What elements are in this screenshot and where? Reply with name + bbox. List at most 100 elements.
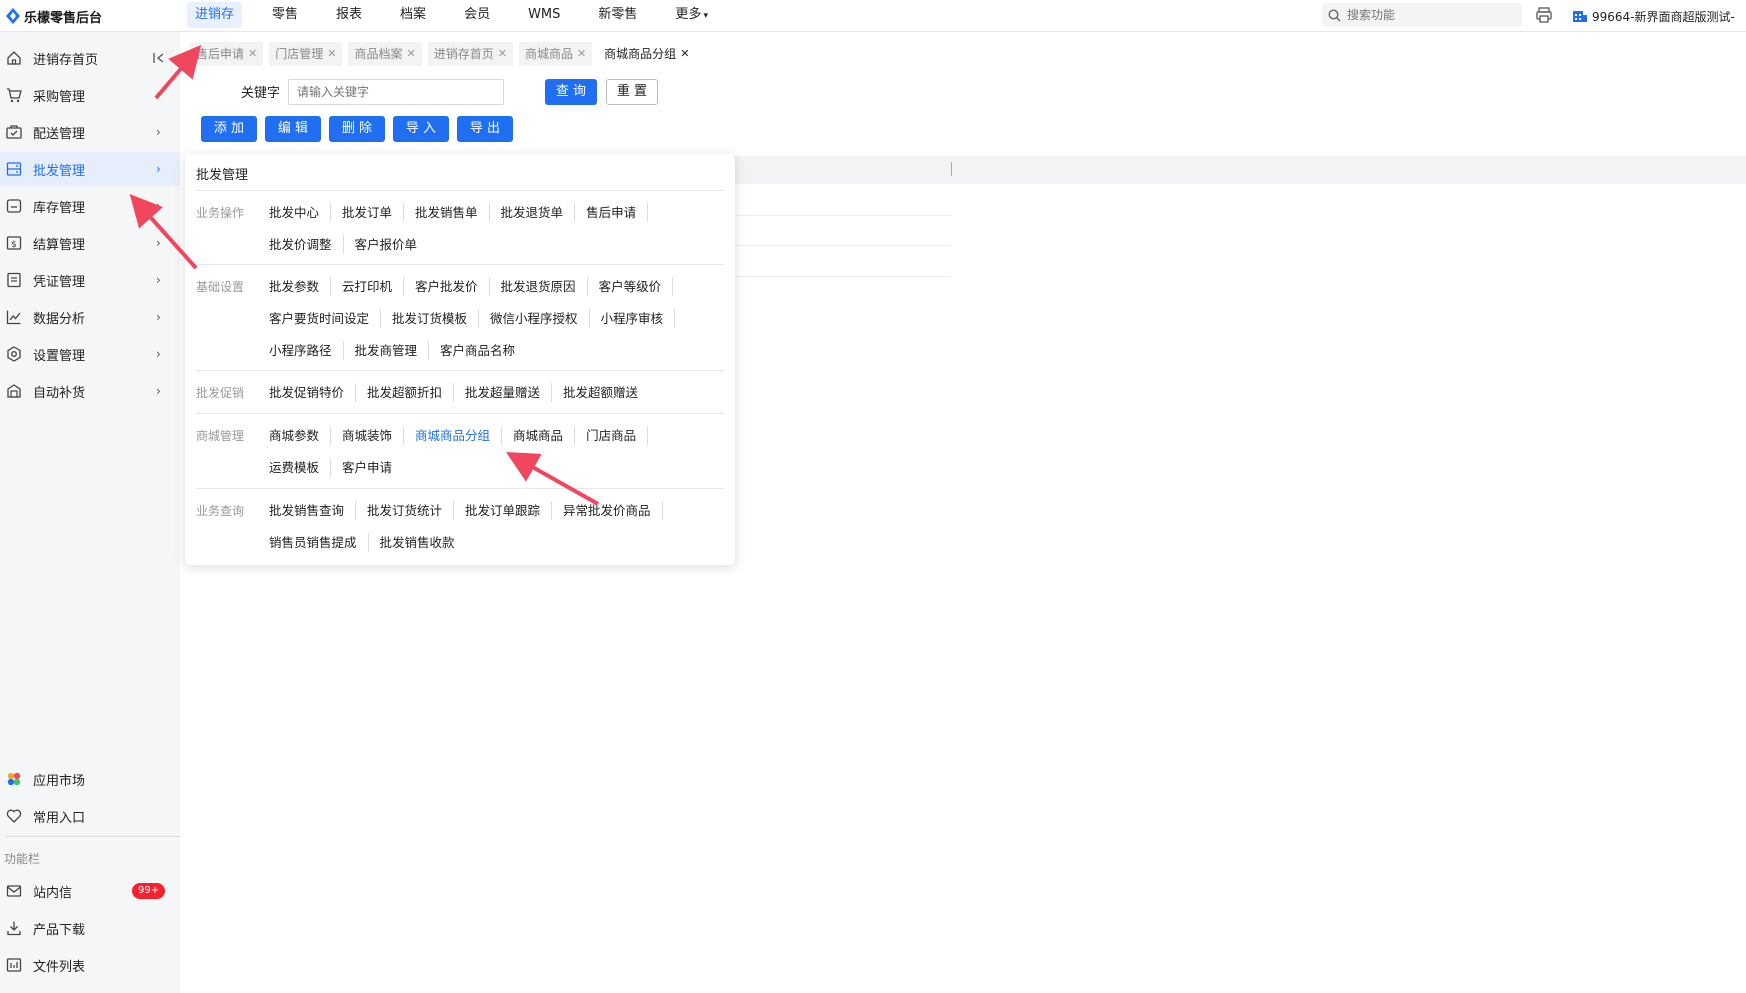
close-icon[interactable]: ✕ [327, 42, 336, 66]
menu-link-mini-app-review[interactable]: 小程序审核 [601, 309, 676, 328]
menu-link-store-products[interactable]: 门店商品 [586, 426, 649, 445]
sidebar-item-settlement[interactable]: $ 结算管理 › [0, 226, 180, 260]
menu-link-mall-product-groups[interactable]: 商城商品分组 [415, 426, 503, 445]
group-label-business-ops: 业务操作 [196, 206, 245, 220]
tab-mall-products[interactable]: 商城商品 ✕ [518, 42, 593, 66]
collapse-icon[interactable] [152, 52, 166, 64]
sidebar-item-purchase[interactable]: 采购管理 › [0, 78, 180, 112]
menu-link-sales-query[interactable]: 批发销售查询 [269, 501, 357, 520]
menu-link-abnormal-price[interactable]: 异常批发价商品 [563, 501, 663, 520]
search-input[interactable] [1347, 8, 1507, 22]
menu-link-after-sales[interactable]: 售后申请 [586, 203, 649, 222]
menu-link-mini-app-path[interactable]: 小程序路径 [269, 341, 344, 360]
delete-button[interactable]: 删 除 [329, 116, 385, 142]
close-icon[interactable]: ✕ [498, 42, 507, 66]
topnav-item-jxc[interactable]: 进销存 [187, 2, 243, 28]
menu-link-delivery-time[interactable]: 客户要货时间设定 [269, 309, 382, 328]
divider [196, 190, 724, 191]
tab-after-sales[interactable]: 售后申请 ✕ [190, 42, 264, 66]
menu-link-excess-discount[interactable]: 批发超额折扣 [367, 383, 455, 402]
menu-link-mini-app-auth[interactable]: 微信小程序授权 [490, 309, 590, 328]
menu-link-mall-decoration[interactable]: 商城装饰 [342, 426, 405, 445]
add-button[interactable]: 添 加 [201, 116, 257, 142]
topnav-item-retail[interactable]: 零售 [264, 2, 306, 28]
topnav-item-wms[interactable]: WMS [520, 2, 568, 28]
menu-link-customer-price[interactable]: 客户批发价 [415, 277, 490, 296]
chevron-right-icon: › [156, 236, 161, 250]
menu-link-promo-special[interactable]: 批发促销特价 [269, 383, 357, 402]
sidebar-item-label: 常用入口 [33, 810, 86, 826]
sidebar-item-app-market[interactable]: 应用市场 [0, 762, 180, 796]
menu-link-customer-product-name[interactable]: 客户商品名称 [440, 341, 526, 360]
tab-product-archive[interactable]: 商品档案 ✕ [348, 42, 422, 66]
menu-link-order-tracking[interactable]: 批发订单跟踪 [465, 501, 553, 520]
logo-icon [6, 8, 20, 24]
app-logo[interactable]: 乐檬零售后台 [6, 6, 102, 26]
close-icon[interactable]: ✕ [248, 42, 257, 66]
menu-link-mall-products[interactable]: 商城商品 [513, 426, 576, 445]
sidebar-item-settings[interactable]: 设置管理 › [0, 337, 180, 371]
menu-link-order-template[interactable]: 批发订货模板 [392, 309, 480, 328]
search-button[interactable]: 查 询 [545, 79, 597, 105]
menu-link-cloud-printer[interactable]: 云打印机 [342, 277, 405, 296]
menu-link-excess-amount-gift[interactable]: 批发超额赠送 [563, 383, 649, 402]
menu-link-price-adjust[interactable]: 批发价调整 [269, 235, 344, 254]
topnav-item-new-retail[interactable]: 新零售 [590, 2, 645, 28]
tab-mall-product-groups[interactable]: 商城商品分组 ✕ [598, 42, 696, 66]
menu-link-excess-qty-gift[interactable]: 批发超量赠送 [465, 383, 553, 402]
tab-label: 门店管理 [275, 47, 324, 61]
sidebar-item-file-list[interactable]: 文件列表 [0, 948, 180, 982]
sidebar-item-messages[interactable]: 站内信 99+ [0, 874, 180, 908]
menu-link-order-stats[interactable]: 批发订货统计 [367, 501, 455, 520]
close-icon[interactable]: ✕ [680, 42, 689, 66]
menu-link-customer-application[interactable]: 客户申请 [342, 458, 403, 477]
sidebar-item-wholesale[interactable]: 批发管理 › [0, 152, 180, 186]
sidebar-item-downloads[interactable]: 产品下载 [0, 911, 180, 945]
sidebar-item-jxc-home[interactable]: 进销存首页 [0, 41, 180, 75]
sidebar-item-label: 结算管理 [33, 237, 86, 253]
close-icon[interactable]: ✕ [406, 42, 415, 66]
menu-link-wholesale-sales-slip[interactable]: 批发销售单 [415, 203, 490, 222]
menu-link-shipping-template[interactable]: 运费模板 [269, 458, 332, 477]
menu-link-salesperson-commission[interactable]: 销售员销售提成 [269, 533, 369, 552]
tab-label: 售后申请 [196, 47, 245, 61]
sidebar-item-label: 凭证管理 [33, 274, 86, 290]
menu-link-wholesale-center[interactable]: 批发中心 [269, 203, 332, 222]
import-button[interactable]: 导 入 [393, 116, 449, 142]
sidebar-item-distribution[interactable]: 配送管理 › [0, 115, 180, 149]
menu-link-mall-params[interactable]: 商城参数 [269, 426, 332, 445]
store-name: 99664-新界面商超版测试- [1592, 9, 1735, 24]
menu-link-sales-collection[interactable]: 批发销售收款 [380, 533, 466, 552]
sidebar-item-analytics[interactable]: 数据分析 › [0, 300, 180, 334]
close-icon[interactable]: ✕ [577, 42, 586, 66]
reset-button[interactable]: 重 置 [606, 79, 658, 105]
menu-link-wholesale-return-slip[interactable]: 批发退货单 [501, 203, 576, 222]
menu-link-customer-quote[interactable]: 客户报价单 [355, 235, 429, 254]
group-links-basic-settings: 批发参数 云打印机 客户批发价 批发退货原因 客户等级价 客户要货时间设定 批发… [269, 277, 699, 360]
sidebar-item-replenish[interactable]: 自动补货 › [0, 374, 180, 408]
sidebar-item-voucher[interactable]: 凭证管理 › [0, 263, 180, 297]
export-button[interactable]: 导 出 [457, 116, 513, 142]
topnav-item-more[interactable]: 更多 ▾ [667, 2, 716, 28]
group-links-queries: 批发销售查询 批发订货统计 批发订单跟踪 异常批发价商品 销售员销售提成 批发销… [269, 501, 699, 552]
edit-button[interactable]: 编 辑 [265, 116, 321, 142]
chevron-right-icon: › [156, 88, 161, 102]
store-selector[interactable]: 99664-新界面商超版测试- [1572, 6, 1735, 26]
keyword-input[interactable] [288, 79, 504, 105]
printer-icon[interactable] [1535, 6, 1553, 24]
topnav-item-archives[interactable]: 档案 [392, 2, 434, 28]
tab-jxc-home[interactable]: 进销存首页 ✕ [427, 42, 513, 66]
topnav-item-members[interactable]: 会员 [456, 2, 498, 28]
topnav-item-reports[interactable]: 报表 [328, 2, 370, 28]
menu-link-wholesale-orders[interactable]: 批发订单 [342, 203, 405, 222]
menu-link-customer-level-price[interactable]: 客户等级价 [599, 277, 674, 296]
menu-link-wholesale-params[interactable]: 批发参数 [269, 277, 332, 296]
chevron-right-icon: › [156, 125, 161, 139]
more-label: 更多 [675, 7, 702, 22]
menu-link-wholesaler-manage[interactable]: 批发商管理 [355, 341, 430, 360]
group-label-basic-settings: 基础设置 [196, 280, 245, 294]
tab-store-manage[interactable]: 门店管理 ✕ [269, 42, 343, 66]
menu-link-return-reasons[interactable]: 批发退货原因 [501, 277, 588, 296]
sidebar-item-favorites[interactable]: 常用入口 [0, 799, 180, 833]
sidebar-item-inventory[interactable]: 库存管理 › [0, 189, 180, 223]
